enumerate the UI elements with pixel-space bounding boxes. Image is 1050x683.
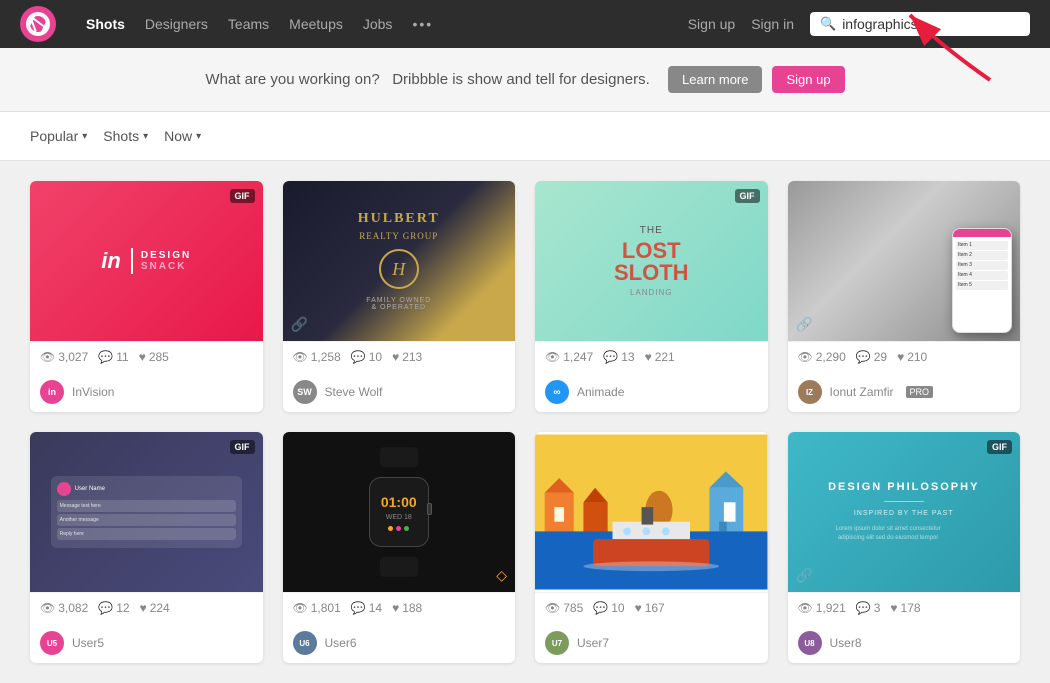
nav-shots[interactable]: Shots bbox=[86, 16, 125, 32]
shot-card[interactable]: HULBERT REALTY GROUP H FAMILY OWNED& OPE… bbox=[283, 181, 516, 412]
shot-stats: 👁 1,258 💬 10 ♥ 213 bbox=[283, 341, 516, 372]
learn-more-button[interactable]: Learn more bbox=[668, 66, 762, 93]
author-name[interactable]: User5 bbox=[72, 636, 104, 650]
search-icon: 🔍 bbox=[820, 16, 836, 32]
nav-teams[interactable]: Teams bbox=[228, 16, 269, 32]
banner-signup-button[interactable]: Sign up bbox=[772, 66, 844, 93]
avatar: in bbox=[40, 380, 64, 404]
avatar: ∞ bbox=[545, 380, 569, 404]
author-name[interactable]: User7 bbox=[577, 636, 609, 650]
avatar: U5 bbox=[40, 631, 64, 655]
gif-badge: GIF bbox=[987, 440, 1012, 454]
shot-stats: 👁 1,921 💬 3 ♥ 178 bbox=[788, 592, 1021, 623]
filter-shots[interactable]: Shots ▾ bbox=[103, 128, 148, 144]
views-stat: 👁 3,027 bbox=[40, 350, 88, 364]
author-name[interactable]: User6 bbox=[325, 636, 357, 650]
shot-author-info: ∞ Animade bbox=[535, 372, 768, 412]
nav-more[interactable]: ••• bbox=[412, 16, 433, 32]
avatar: U8 bbox=[798, 631, 822, 655]
shot-thumbnail: DESIGN PHILOSOPHY INSPIRED BY THE PAST L… bbox=[788, 432, 1021, 592]
chevron-down-icon: ▾ bbox=[196, 131, 201, 142]
sign-up-link[interactable]: Sign up bbox=[688, 16, 735, 32]
banner: What are you working on? Dribbble is sho… bbox=[0, 48, 1050, 112]
shot-author-info: U7 User7 bbox=[535, 623, 768, 663]
shot-stats: 👁 785 💬 10 ♥ 167 bbox=[535, 592, 768, 623]
shot-author-info: in InVision bbox=[30, 372, 263, 412]
nav-meetups[interactable]: Meetups bbox=[289, 16, 343, 32]
filters-bar: Popular ▾ Shots ▾ Now ▾ bbox=[0, 112, 1050, 161]
avatar: U6 bbox=[293, 631, 317, 655]
shot-stats: 👁 1,247 💬 13 ♥ 221 bbox=[535, 341, 768, 372]
shot-thumbnail: THE LOSTSLOTH LANDING GIF bbox=[535, 181, 768, 341]
shot-thumbnail bbox=[535, 432, 768, 592]
shot-thumbnail: in DESIGN SNACK GIF bbox=[30, 181, 263, 341]
filter-popular[interactable]: Popular ▾ bbox=[30, 128, 87, 144]
shot-author-info: U8 User8 bbox=[788, 623, 1021, 663]
author-name[interactable]: Ionut Zamfir bbox=[830, 385, 894, 399]
link-icon: 🔗 bbox=[796, 567, 813, 584]
shot-stats: 👁 1,801 💬 14 ♥ 188 bbox=[283, 592, 516, 623]
chevron-down-icon: ▾ bbox=[82, 131, 87, 142]
nav-links: Shots Designers Teams Meetups Jobs ••• bbox=[86, 16, 433, 32]
shot-card[interactable]: DESIGN PHILOSOPHY INSPIRED BY THE PAST L… bbox=[788, 432, 1021, 663]
avatar: U7 bbox=[545, 631, 569, 655]
shot-stats: 👁 2,290 💬 29 ♥ 210 bbox=[788, 341, 1021, 372]
author-name[interactable]: User8 bbox=[830, 636, 862, 650]
gif-badge: GIF bbox=[230, 189, 255, 203]
shot-author-info: U6 User6 bbox=[283, 623, 516, 663]
filter-now[interactable]: Now ▾ bbox=[164, 128, 201, 144]
shot-author-info: IZ Ionut Zamfir PRO bbox=[788, 372, 1021, 412]
author-name[interactable]: Steve Wolf bbox=[325, 385, 383, 399]
avatar: SW bbox=[293, 380, 317, 404]
banner-tagline: Dribbble is show and tell for designers. bbox=[392, 71, 650, 88]
search-box: 🔍 bbox=[810, 12, 1030, 36]
banner-question: What are you working on? bbox=[205, 71, 379, 88]
gif-badge: GIF bbox=[230, 440, 255, 454]
shot-thumbnail: HULBERT REALTY GROUP H FAMILY OWNED& OPE… bbox=[283, 181, 516, 341]
link-icon: 🔗 bbox=[796, 316, 813, 333]
shot-card[interactable]: THE LOSTSLOTH LANDING GIF 👁 1,247 💬 13 ♥… bbox=[535, 181, 768, 412]
shot-thumbnail: User Name Message text here Another mess… bbox=[30, 432, 263, 592]
gif-badge: GIF bbox=[735, 189, 760, 203]
pro-badge: PRO bbox=[906, 386, 934, 398]
shot-stats: 👁 3,027 💬 11 ♥ 285 bbox=[30, 341, 263, 372]
shot-author-info: SW Steve Wolf bbox=[283, 372, 516, 412]
sign-in-link[interactable]: Sign in bbox=[751, 16, 794, 32]
nav-designers[interactable]: Designers bbox=[145, 16, 208, 32]
link-icon: 🔗 bbox=[291, 316, 308, 333]
shots-grid: in DESIGN SNACK GIF 👁 3,027 💬 11 ♥ 285 i… bbox=[0, 161, 1050, 683]
avatar: IZ bbox=[798, 380, 822, 404]
shot-card[interactable]: in DESIGN SNACK GIF 👁 3,027 💬 11 ♥ 285 i… bbox=[30, 181, 263, 412]
shot-card[interactable]: User Name Message text here Another mess… bbox=[30, 432, 263, 663]
likes-stat: ♥ 285 bbox=[139, 350, 169, 364]
author-name[interactable]: Animade bbox=[577, 385, 624, 399]
comments-stat: 💬 11 bbox=[98, 350, 128, 364]
nav-right: Sign up Sign in 🔍 bbox=[688, 12, 1030, 36]
shot-author-info: U5 User5 bbox=[30, 623, 263, 663]
chevron-down-icon: ▾ bbox=[143, 131, 148, 142]
author-name[interactable]: InVision bbox=[72, 385, 114, 399]
search-input[interactable] bbox=[842, 16, 1020, 32]
shot-card[interactable]: 👁 785 💬 10 ♥ 167 U7 User7 bbox=[535, 432, 768, 663]
shot-card[interactable]: 01:00 WED 18 ◇ 👁 bbox=[283, 432, 516, 663]
navbar: Shots Designers Teams Meetups Jobs ••• S… bbox=[0, 0, 1050, 48]
nav-jobs[interactable]: Jobs bbox=[363, 16, 393, 32]
shot-stats: 👁 3,082 💬 12 ♥ 224 bbox=[30, 592, 263, 623]
shot-card[interactable]: Item 1 Item 2 Item 3 Item 4 Item 5 🔗 👁 2… bbox=[788, 181, 1021, 412]
logo[interactable] bbox=[20, 6, 56, 42]
shot-thumbnail: Item 1 Item 2 Item 3 Item 4 Item 5 🔗 bbox=[788, 181, 1021, 341]
shot-thumbnail: 01:00 WED 18 ◇ bbox=[283, 432, 516, 592]
